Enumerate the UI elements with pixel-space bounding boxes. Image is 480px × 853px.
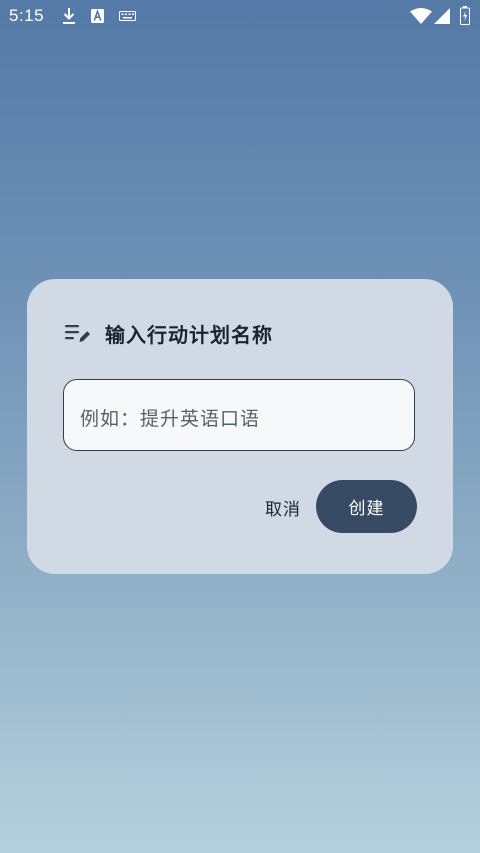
wifi-icon	[410, 8, 432, 24]
battery-icon	[460, 6, 470, 25]
plan-name-input[interactable]: 例如：提升英语口语	[63, 379, 415, 451]
dialog-title: 输入行动计划名称	[105, 322, 273, 347]
status-bar: 5:15	[0, 0, 480, 32]
a-icon	[91, 9, 104, 23]
keyboard-icon	[119, 11, 136, 21]
signal-icon	[434, 8, 450, 24]
status-time: 5:15	[9, 6, 45, 25]
download-icon	[61, 7, 77, 25]
dialog-header: 输入行动计划名称	[65, 319, 273, 347]
cancel-button[interactable]: 取消	[243, 480, 323, 534]
create-button[interactable]: 创建	[316, 480, 417, 533]
create-plan-dialog: 输入行动计划名称 例如：提升英语口语 取消 创建	[27, 279, 453, 574]
plan-name-placeholder: 例如：提升英语口语	[80, 408, 261, 430]
edit-list-icon	[65, 322, 91, 344]
